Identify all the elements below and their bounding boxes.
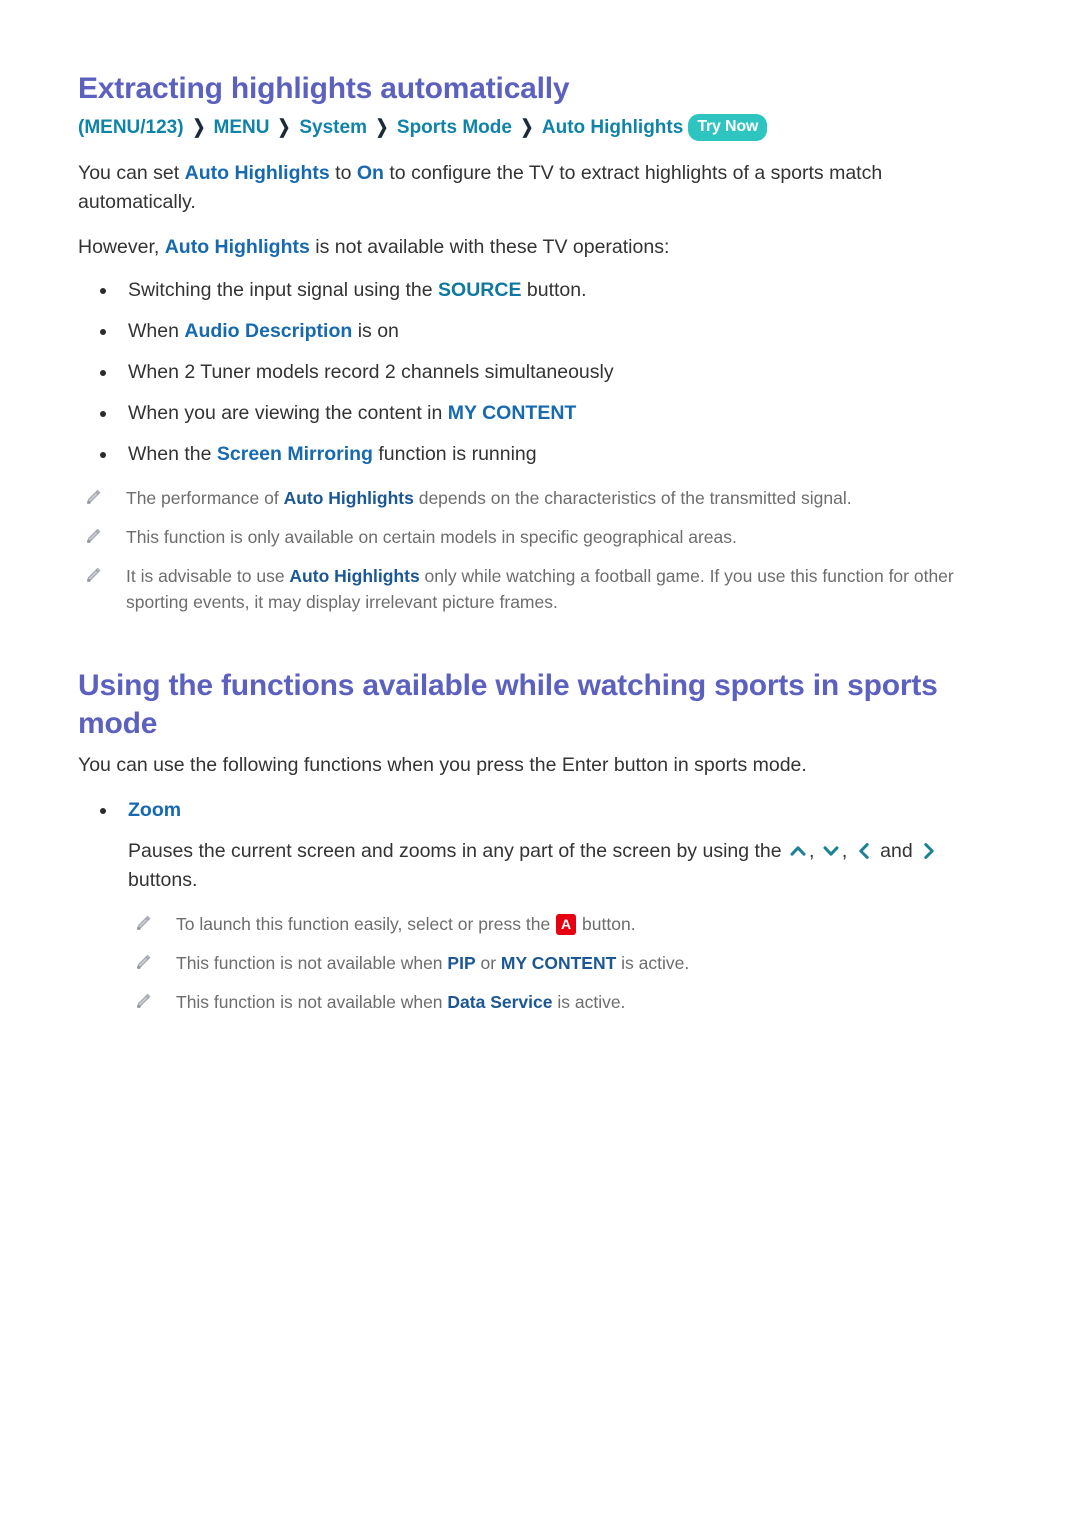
- breadcrumb-item-auto-highlights[interactable]: Auto Highlights: [542, 117, 683, 138]
- link-zoom[interactable]: Zoom: [128, 799, 181, 821]
- note-item: The performance of Auto Highlights depen…: [78, 485, 1002, 511]
- link-auto-highlights[interactable]: Auto Highlights: [165, 236, 310, 258]
- pencil-icon: [134, 914, 152, 932]
- breadcrumb-item-system[interactable]: System: [299, 117, 367, 138]
- list-item-text-part1: When you are viewing the content in: [128, 402, 448, 424]
- link-source[interactable]: SOURCE: [438, 279, 521, 301]
- intro-paragraph: You can set Auto Highlights to On to con…: [78, 159, 1002, 217]
- chevron-down-icon: [821, 841, 841, 861]
- zoom-description-sep2: ,: [841, 840, 853, 862]
- list-item: When 2 Tuner models record 2 channels si…: [78, 358, 1002, 387]
- link-auto-highlights[interactable]: Auto Highlights: [284, 488, 414, 508]
- note-item: To launch this function easily, select o…: [128, 911, 1002, 937]
- list-item-text-part2: button.: [521, 279, 587, 301]
- link-my-content[interactable]: MY CONTENT: [448, 402, 577, 424]
- breadcrumb-separator-icon: ❯: [192, 117, 205, 138]
- note-text-part2: is active.: [552, 992, 626, 1012]
- section2-intro-paragraph: You can use the following functions when…: [78, 754, 807, 776]
- pencil-icon: [134, 953, 152, 971]
- zoom-description-part2: buttons.: [128, 869, 198, 891]
- link-screen-mirroring[interactable]: Screen Mirroring: [217, 443, 373, 465]
- list-item: When you are viewing the content in MY C…: [78, 399, 1002, 428]
- however-paragraph: However, Auto Highlights is not availabl…: [78, 233, 1002, 262]
- note-text-part1: This function is only available on certa…: [126, 527, 737, 547]
- key-a-icon[interactable]: A: [556, 914, 577, 935]
- chevron-right-icon: [919, 841, 939, 861]
- chevron-left-icon: [854, 841, 874, 861]
- list-item-text-part1: When 2 Tuner models record 2 channels si…: [128, 361, 614, 383]
- chevron-up-icon: [788, 841, 808, 861]
- pencil-icon: [134, 992, 152, 1010]
- however-text-part2: is not available with these TV operation…: [309, 236, 670, 258]
- link-auto-highlights[interactable]: Auto Highlights: [185, 162, 330, 184]
- manual-page: Extracting highlights automatically (MEN…: [0, 0, 1080, 1527]
- intro-text-part2: to: [329, 162, 357, 184]
- list-item: Switching the input signal using the SOU…: [78, 276, 1002, 305]
- sports-functions-list: Zoom: [78, 796, 1002, 825]
- note-item: This function is not available when PIP …: [128, 950, 1002, 976]
- pencil-icon: [84, 566, 102, 584]
- note-text-part2: depends on the characteristics of the tr…: [413, 488, 852, 508]
- try-now-badge[interactable]: Try Now: [688, 114, 768, 141]
- breadcrumb-separator-icon: ❯: [278, 117, 291, 138]
- note-text-part1: The performance of: [126, 488, 284, 508]
- list-item: Zoom: [78, 796, 1002, 825]
- list-item-text-part2: function is running: [372, 443, 537, 465]
- zoom-description-paragraph: Pauses the current screen and zooms in a…: [128, 837, 1002, 895]
- note-text-mid: or: [475, 953, 501, 973]
- note-text-part1: To launch this function easily, select o…: [176, 914, 556, 934]
- list-item-text-part1: Switching the input signal using the: [128, 279, 439, 301]
- link-on[interactable]: On: [357, 162, 384, 184]
- link-my-content[interactable]: MY CONTENT: [501, 953, 616, 973]
- zoom-description-part1: Pauses the current screen and zooms in a…: [128, 840, 788, 862]
- breadcrumb-separator-icon: ❯: [520, 117, 534, 138]
- link-pip[interactable]: PIP: [447, 953, 475, 973]
- breadcrumb-item-menu123[interactable]: (MENU/123): [78, 117, 184, 138]
- page-title: Extracting highlights automatically: [78, 72, 570, 105]
- note-item: It is advisable to use Auto Highlights o…: [78, 563, 1002, 615]
- link-auto-highlights[interactable]: Auto Highlights: [289, 566, 419, 586]
- notes-list-section1: The performance of Auto Highlights depen…: [78, 485, 1002, 615]
- zoom-description-sep1: ,: [809, 840, 820, 862]
- note-item: This function is not available when Data…: [128, 989, 1002, 1015]
- note-text-part1: It is advisable to use: [126, 566, 290, 586]
- unavailable-operations-list: Switching the input signal using the SOU…: [78, 276, 1002, 469]
- zoom-detail-block: Pauses the current screen and zooms in a…: [78, 837, 1002, 1015]
- list-item-text-part1: When the: [128, 443, 217, 465]
- note-text-part1: This function is not available when: [176, 992, 448, 1012]
- note-item: This function is only available on certa…: [78, 524, 1002, 550]
- intro-text-part1: You can set: [78, 162, 185, 184]
- link-data-service[interactable]: Data Service: [447, 992, 552, 1012]
- breadcrumb: (MENU/123) ❯ MENU ❯ System ❯ Sports Mode ❯ Auto …: [78, 114, 1002, 143]
- breadcrumb-separator-icon: ❯: [375, 117, 389, 138]
- section-title-sports-functions: Using the functions available while watc…: [78, 669, 938, 740]
- list-item: When the Screen Mirroring function is ru…: [78, 440, 1002, 469]
- list-item-text-part2: is on: [352, 320, 399, 342]
- however-text-part1: However,: [78, 236, 165, 258]
- breadcrumb-item-sports-mode[interactable]: Sports Mode: [397, 117, 512, 138]
- list-item: When Audio Description is on: [78, 317, 1002, 346]
- pencil-icon: [84, 488, 102, 506]
- pencil-icon: [84, 527, 102, 545]
- note-text-part2: button.: [577, 914, 636, 934]
- notes-list-section2: To launch this function easily, select o…: [128, 911, 1002, 1015]
- note-text-part1: This function is not available when: [176, 953, 448, 973]
- note-text-part2: is active.: [616, 953, 690, 973]
- list-item-text-part1: When: [128, 320, 185, 342]
- link-audio-description[interactable]: Audio Description: [184, 320, 352, 342]
- zoom-description-sep3: and: [874, 840, 919, 862]
- breadcrumb-item-menu[interactable]: MENU: [214, 117, 270, 138]
